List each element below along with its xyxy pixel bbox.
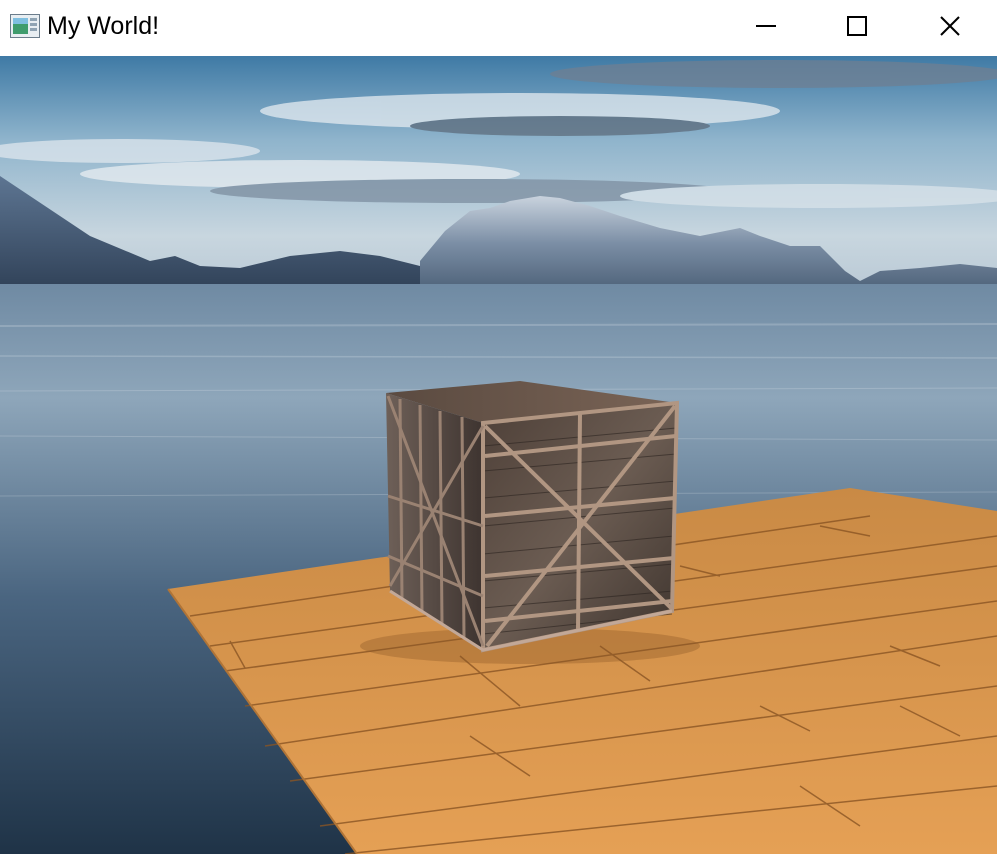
window-title: My World! xyxy=(47,12,160,40)
close-icon xyxy=(939,15,961,42)
app-window-icon xyxy=(10,14,40,38)
maximize-button[interactable] xyxy=(811,0,903,56)
minimize-icon xyxy=(755,15,777,42)
maximize-icon xyxy=(846,15,868,42)
scene-canvas xyxy=(0,56,997,854)
close-button[interactable] xyxy=(904,0,996,56)
title-bar[interactable]: My World! xyxy=(0,0,997,56)
app-window: My World! xyxy=(0,0,997,854)
minimize-button[interactable] xyxy=(720,0,812,56)
wooden-crate[interactable] xyxy=(386,381,680,653)
3d-viewport[interactable] xyxy=(0,56,997,854)
